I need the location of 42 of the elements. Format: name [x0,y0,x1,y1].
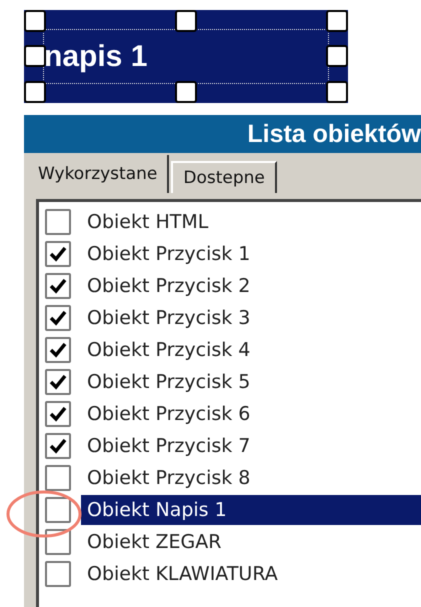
checkbox[interactable] [45,273,71,299]
list-item[interactable]: Obiekt Przycisk 1 [81,239,421,269]
list-item[interactable]: Obiekt ZEGAR [81,527,421,557]
checkbox[interactable] [45,337,71,363]
resize-handle[interactable] [24,10,46,32]
list-item[interactable]: Obiekt HTML [81,207,421,237]
checkmark-icon [49,310,67,326]
resize-handle[interactable] [326,10,348,32]
tab[interactable]: Dostepne [171,161,277,193]
list-item[interactable]: Obiekt Przycisk 2 [81,271,421,301]
list-item[interactable]: Obiekt Przycisk 3 [81,303,421,333]
checkmark-icon [49,246,67,262]
list-item[interactable]: Obiekt Napis 1 [81,495,421,525]
list-item[interactable]: Obiekt Przycisk 5 [81,367,421,397]
list-item[interactable]: Obiekt Przycisk 6 [81,399,421,429]
checkmark-icon [49,342,67,358]
checkbox[interactable] [45,305,71,331]
resize-handle[interactable] [326,45,348,67]
checkbox[interactable] [45,561,71,587]
checkbox[interactable] [45,433,71,459]
checkmark-icon [49,438,67,454]
checkbox[interactable] [45,241,71,267]
checkbox[interactable] [45,401,71,427]
checkbox[interactable] [45,369,71,395]
resize-handle[interactable] [326,81,348,103]
checkbox[interactable] [45,465,71,491]
label-text: napis 1 [44,40,148,74]
label-object[interactable]: napis 1 [24,10,348,103]
resize-handle[interactable] [175,10,197,32]
panel-title: Lista obiektów [247,120,421,148]
list-item[interactable]: Obiekt Przycisk 8 [81,463,421,493]
resize-handle[interactable] [24,45,46,67]
resize-handle[interactable] [24,81,46,103]
checkbox[interactable] [45,209,71,235]
list-item[interactable]: Obiekt Przycisk 7 [81,431,421,461]
checkmark-icon [49,374,67,390]
checkbox[interactable] [45,497,71,523]
list-item[interactable]: Obiekt KLAWIATURA [81,559,421,589]
resize-handle[interactable] [175,81,197,103]
list-item[interactable]: Obiekt Przycisk 4 [81,335,421,365]
checkmark-icon [49,278,67,294]
checkmark-icon [49,406,67,422]
